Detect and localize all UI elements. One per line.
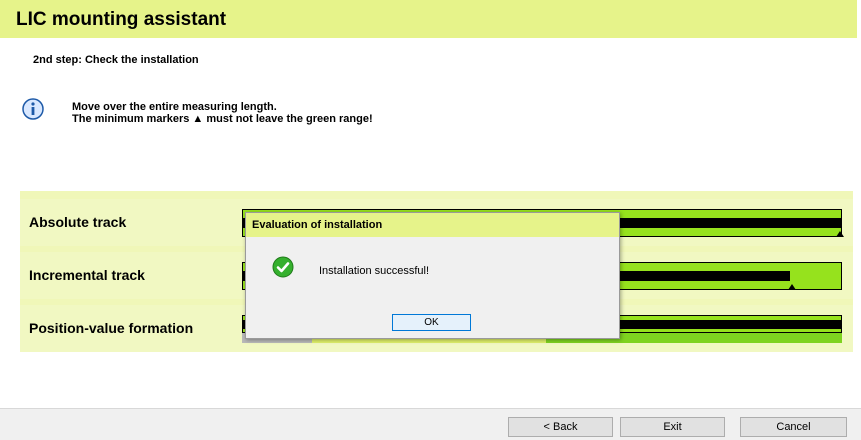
instructions: Move over the entire measuring length. T…: [72, 101, 373, 125]
success-check-icon: [272, 256, 294, 278]
instruction-line-1: Move over the entire measuring length.: [72, 101, 277, 113]
dialog-title-bar: Evaluation of installation: [246, 213, 619, 237]
cancel-button[interactable]: Cancel: [740, 417, 847, 437]
info-icon: [22, 98, 44, 120]
dialog-message: Installation successful!: [319, 265, 430, 277]
dialog-title: Evaluation of installation: [252, 219, 383, 231]
evaluation-dialog: Evaluation of installation Installation …: [245, 212, 620, 339]
track-label: Position-value formation: [29, 320, 194, 336]
app-title: LIC mounting assistant: [16, 9, 227, 30]
minimum-marker-icon: [836, 231, 844, 237]
track-label: Incremental track: [29, 267, 145, 283]
minimum-marker-icon: [788, 284, 797, 290]
back-button[interactable]: < Back: [508, 417, 613, 437]
step-label: 2nd step: Check the installation: [33, 54, 199, 66]
instruction-line-2: The minimum markers ▲ must not leave the…: [72, 113, 373, 125]
exit-button[interactable]: Exit: [620, 417, 725, 437]
footer-bar: < Back Exit Cancel: [0, 408, 861, 440]
ok-button[interactable]: OK: [392, 314, 471, 331]
track-label: Absolute track: [29, 214, 127, 230]
header-bar: LIC mounting assistant: [0, 0, 857, 38]
